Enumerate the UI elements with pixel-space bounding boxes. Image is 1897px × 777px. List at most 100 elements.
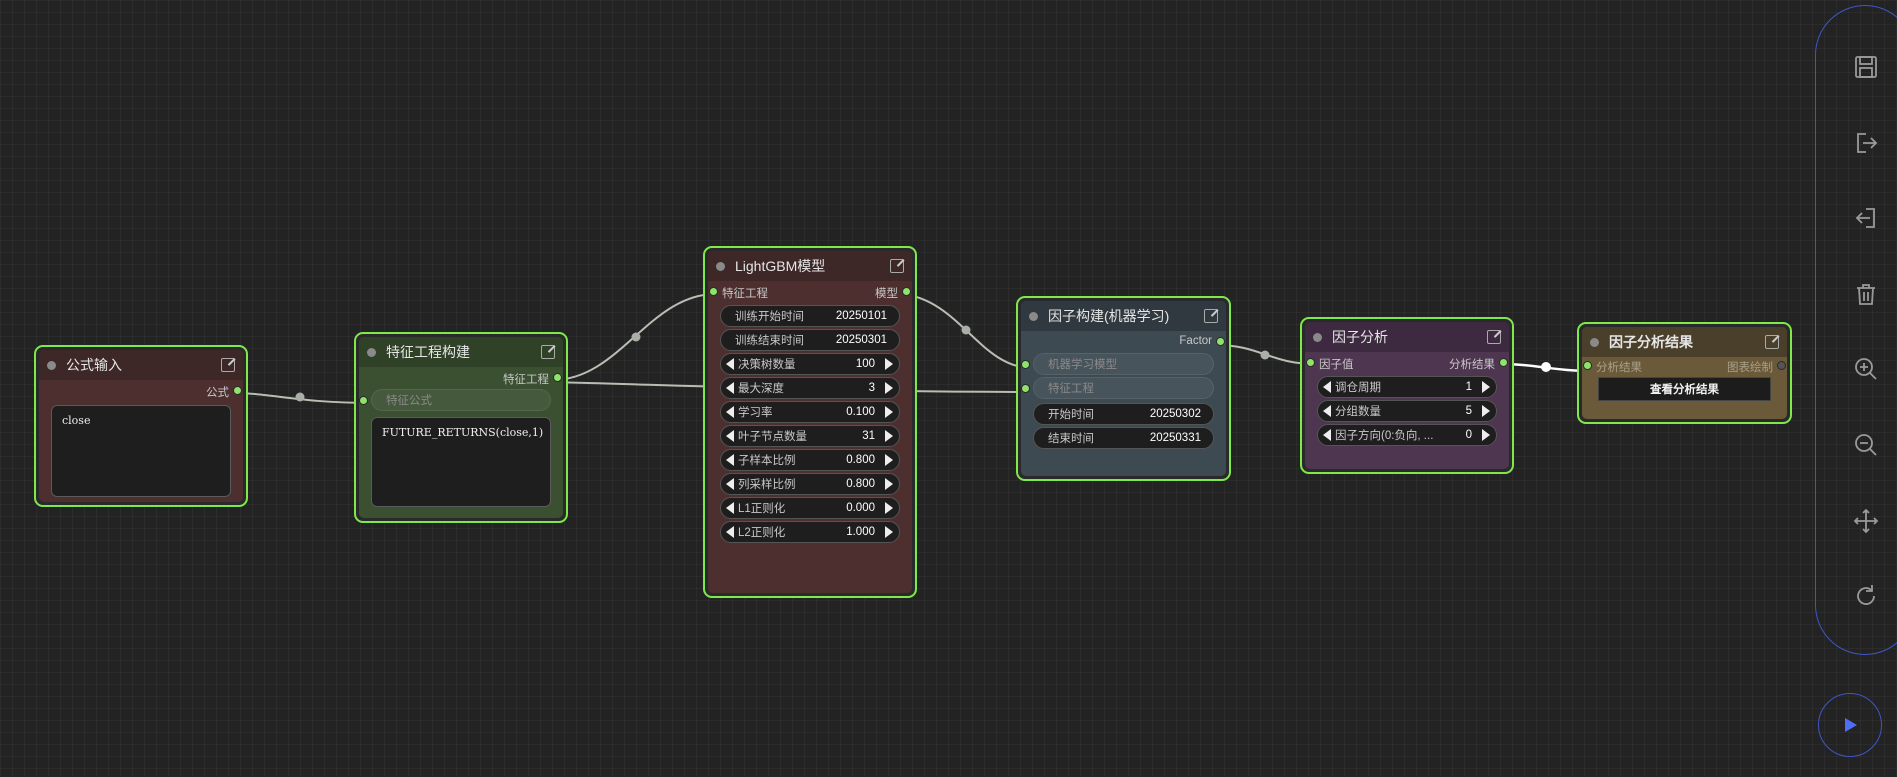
export-icon: [1857, 133, 1878, 153]
output-slot[interactable]: Factor: [1021, 331, 1226, 353]
increment-arrow-icon[interactable]: [885, 454, 893, 466]
increment-arrow-icon[interactable]: [885, 478, 893, 490]
input-slot-dot[interactable]: [1021, 360, 1030, 369]
factor-direction-field[interactable]: 因子方向(0:负向, ... 0: [1317, 424, 1497, 446]
rebalance-period-field[interactable]: 调仓周期 1: [1317, 376, 1497, 398]
decrement-arrow-icon[interactable]: [726, 406, 734, 418]
link-midpoint: [1541, 362, 1551, 372]
increment-arrow-icon[interactable]: [1482, 429, 1490, 441]
lgbm-field[interactable]: 训练开始时间 20250101: [720, 305, 900, 327]
lgbm-field[interactable]: 学习率 0.100: [720, 401, 900, 423]
play-icon: [1845, 718, 1857, 732]
output-slot-dot[interactable]: [1499, 358, 1508, 367]
lgbm-field[interactable]: 子样本比例 0.800: [720, 449, 900, 471]
field-label: 学习率: [738, 407, 773, 419]
node-titlebar[interactable]: 因子构建(机器学习): [1021, 301, 1226, 331]
edit-icon[interactable]: [1487, 330, 1501, 344]
edit-icon[interactable]: [221, 358, 235, 372]
output-slot-label: 公式: [206, 387, 229, 399]
increment-arrow-icon[interactable]: [1482, 405, 1490, 417]
refresh-button[interactable]: [1816, 576, 1897, 616]
increment-arrow-icon[interactable]: [1482, 381, 1490, 393]
button-label: 查看分析结果: [1650, 384, 1719, 396]
decrement-arrow-icon[interactable]: [1323, 405, 1331, 417]
decrement-arrow-icon[interactable]: [726, 478, 734, 490]
view-analysis-result-button[interactable]: 查看分析结果: [1598, 377, 1771, 401]
node-titlebar[interactable]: 因子分析结果: [1582, 327, 1787, 357]
decrement-arrow-icon[interactable]: [726, 358, 734, 370]
run-button[interactable]: [1818, 693, 1882, 757]
move-icon: [1853, 508, 1879, 534]
output-slot[interactable]: 特征工程: [359, 367, 563, 389]
increment-arrow-icon[interactable]: [885, 406, 893, 418]
io-slot-row[interactable]: 因子值 分析结果: [1305, 352, 1509, 374]
node-titlebar[interactable]: LightGBM模型: [708, 251, 912, 281]
increment-arrow-icon[interactable]: [885, 358, 893, 370]
field-value: 20250101: [835, 310, 887, 322]
node-factor-analysis-result[interactable]: 因子分析结果 分析结果 图表绘制 查看分析结果: [1577, 322, 1792, 424]
end-date-field[interactable]: 结束时间 20250331: [1033, 427, 1214, 449]
input-slot-feature-formula[interactable]: 特征公式: [359, 389, 551, 411]
increment-arrow-icon[interactable]: [885, 502, 893, 514]
zoom-out-button[interactable]: [1816, 425, 1897, 465]
decrement-arrow-icon[interactable]: [726, 502, 734, 514]
lgbm-field[interactable]: 叶子节点数量 31: [720, 425, 900, 447]
increment-arrow-icon[interactable]: [885, 430, 893, 442]
node-factor-analysis[interactable]: 因子分析 因子值 分析结果 调仓周期 1 分组数量 5 因子方向(0:负向, .…: [1300, 317, 1514, 474]
node-lightgbm-model[interactable]: LightGBM模型 特征工程 模型 训练开始时间 20250101 训练结束时间 2…: [703, 246, 917, 598]
output-slot-dot[interactable]: [902, 287, 911, 296]
import-button[interactable]: [1816, 198, 1897, 238]
pan-button[interactable]: [1816, 501, 1897, 541]
output-slot-dot[interactable]: [233, 386, 242, 395]
group-count-field[interactable]: 分组数量 5: [1317, 400, 1497, 422]
io-slot-row[interactable]: 特征工程 模型: [708, 281, 912, 303]
input-slot-feature-engineering[interactable]: 特征工程: [1021, 377, 1214, 399]
output-slot[interactable]: 公式: [39, 380, 243, 402]
decrement-arrow-icon[interactable]: [1323, 381, 1331, 393]
node-titlebar[interactable]: 因子分析: [1305, 322, 1509, 352]
edit-icon[interactable]: [541, 345, 555, 359]
decrement-arrow-icon[interactable]: [726, 454, 734, 466]
output-slot-dot[interactable]: [1216, 337, 1225, 346]
zoom-in-button[interactable]: [1816, 349, 1897, 389]
lgbm-field[interactable]: 列采样比例 0.800: [720, 473, 900, 495]
lgbm-field[interactable]: 最大深度 3: [720, 377, 900, 399]
output-slot-label: Factor: [1179, 335, 1212, 347]
node-formula-input[interactable]: 公式输入 公式 close: [34, 345, 248, 507]
input-slot-ml-model[interactable]: 机器学习模型: [1021, 353, 1214, 375]
io-slot-row[interactable]: 分析结果 图表绘制: [1582, 357, 1787, 375]
start-date-field[interactable]: 开始时间 20250302: [1033, 403, 1214, 425]
lgbm-field[interactable]: 训练结束时间 20250301: [720, 329, 900, 351]
field-label: L2正则化: [738, 527, 786, 539]
export-button[interactable]: [1816, 123, 1897, 163]
lgbm-field[interactable]: 决策树数量 100: [720, 353, 900, 375]
input-slot-dot[interactable]: [709, 287, 718, 296]
increment-arrow-icon[interactable]: [885, 382, 893, 394]
input-slot-dot[interactable]: [359, 396, 368, 405]
input-slot-dot[interactable]: [1021, 384, 1030, 393]
node-status-dot: [1590, 337, 1599, 347]
decrement-arrow-icon[interactable]: [726, 526, 734, 538]
lgbm-field[interactable]: L1正则化 0.000: [720, 497, 900, 519]
node-title: 因子构建(机器学习): [1048, 308, 1170, 324]
formula-textarea[interactable]: close: [51, 405, 231, 497]
decrement-arrow-icon[interactable]: [726, 430, 734, 442]
save-button[interactable]: [1816, 47, 1897, 87]
input-slot-dot[interactable]: [1306, 358, 1315, 367]
edit-icon[interactable]: [1765, 335, 1779, 349]
decrement-arrow-icon[interactable]: [726, 382, 734, 394]
feature-formula-textarea[interactable]: FUTURE_RETURNS(close,1): [371, 417, 551, 507]
node-titlebar[interactable]: 公式输入: [39, 350, 243, 380]
delete-button[interactable]: [1816, 274, 1897, 314]
lgbm-field[interactable]: L2正则化 1.000: [720, 521, 900, 543]
increment-arrow-icon[interactable]: [885, 526, 893, 538]
input-slot-dot[interactable]: [1583, 361, 1592, 370]
node-feature-engineering[interactable]: 特征工程构建 特征工程 特征公式 FUTURE_RETURNS(close,1): [354, 332, 568, 523]
decrement-arrow-icon[interactable]: [1323, 429, 1331, 441]
edit-icon[interactable]: [890, 259, 904, 273]
node-titlebar[interactable]: 特征工程构建: [359, 337, 563, 367]
edit-icon[interactable]: [1204, 309, 1218, 323]
node-factor-build-ml[interactable]: 因子构建(机器学习) Factor 机器学习模型 特征工程 开始时间 20250…: [1016, 296, 1231, 481]
output-slot-dot[interactable]: [1777, 361, 1786, 370]
output-slot-dot[interactable]: [553, 373, 562, 382]
